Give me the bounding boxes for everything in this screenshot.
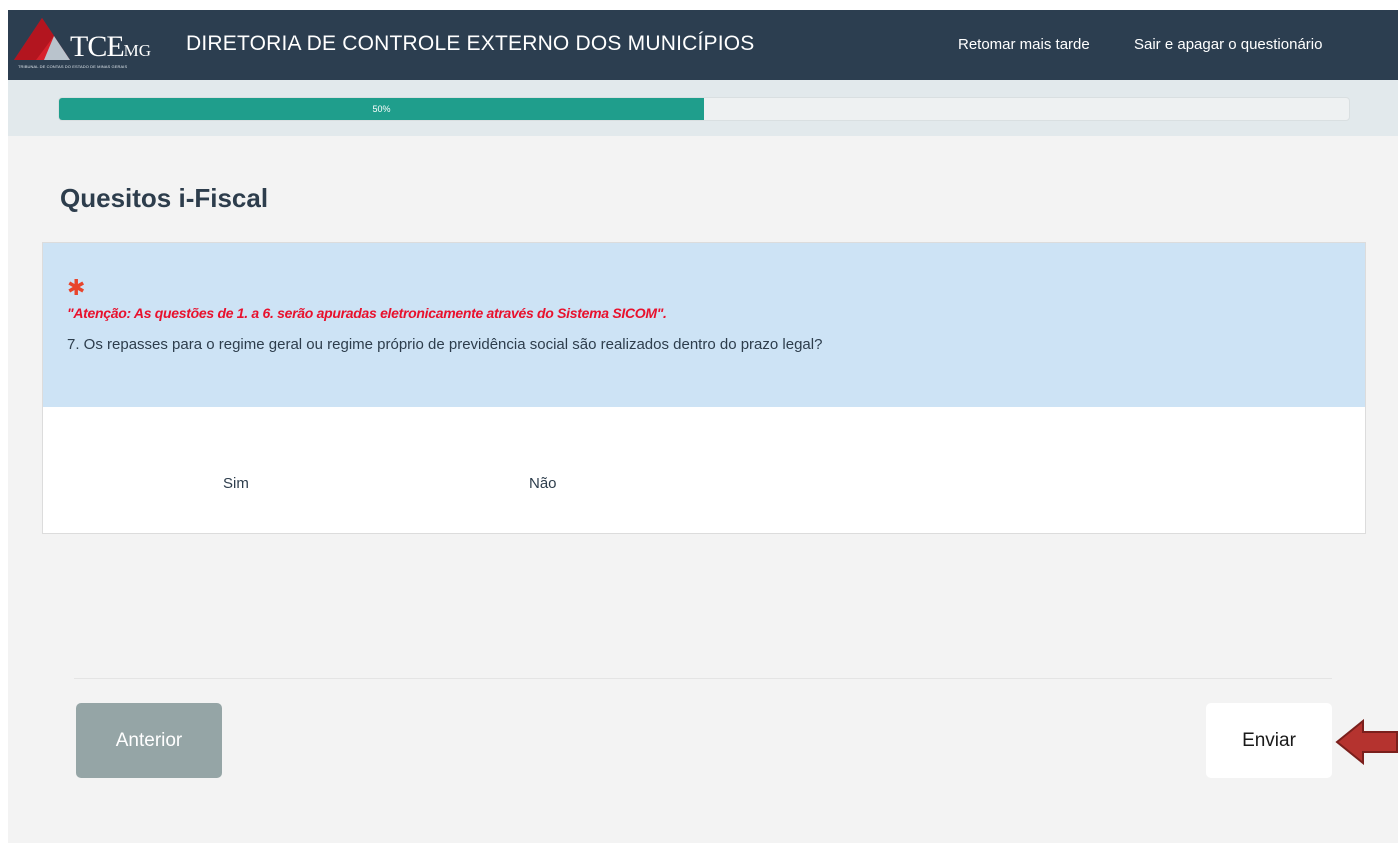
progress-bar: 50% (58, 97, 1350, 121)
progress-fill: 50% (59, 98, 704, 120)
top-navbar: TCEMG TRIBUNAL DE CONTAS DO ESTADO DE MI… (8, 10, 1398, 80)
answer-option-nao[interactable]: Não (529, 475, 557, 492)
section-divider (74, 678, 1332, 679)
tce-logo[interactable]: TCEMG TRIBUNAL DE CONTAS DO ESTADO DE MI… (14, 16, 164, 74)
required-asterisk-icon: ✱ (67, 275, 86, 300)
question-header: ✱ "Atenção: As questões de 1. a 6. serão… (43, 243, 1365, 407)
page-title: Quesitos i-Fiscal (60, 183, 269, 213)
answer-option-sim[interactable]: Sim (223, 475, 249, 492)
resume-later-link[interactable]: Retomar mais tarde (958, 36, 1090, 53)
question-card: ✱ "Atenção: As questões de 1. a 6. serão… (42, 242, 1366, 534)
logo-tagline: TRIBUNAL DE CONTAS DO ESTADO DE MINAS GE… (18, 64, 128, 69)
org-title: DIRETORIA DE CONTROLE EXTERNO DOS MUNICÍ… (186, 32, 755, 55)
page-frame: TCEMG TRIBUNAL DE CONTAS DO ESTADO DE MI… (8, 10, 1398, 843)
previous-button[interactable]: Anterior (76, 703, 222, 778)
triangle-logo-icon (14, 18, 70, 60)
logo-wordmark: TCEMG (70, 30, 152, 63)
progress-strip: 50% (8, 80, 1398, 136)
question-text: 7. Os repasses para o regime geral ou re… (67, 336, 823, 353)
left-arrow-icon (1335, 719, 1398, 765)
send-button[interactable]: Enviar (1206, 703, 1332, 778)
exit-delete-link[interactable]: Sair e apagar o questionário (1134, 36, 1322, 53)
attention-note: "Atenção: As questões de 1. a 6. serão a… (67, 305, 667, 321)
progress-label: 50% (372, 104, 391, 114)
